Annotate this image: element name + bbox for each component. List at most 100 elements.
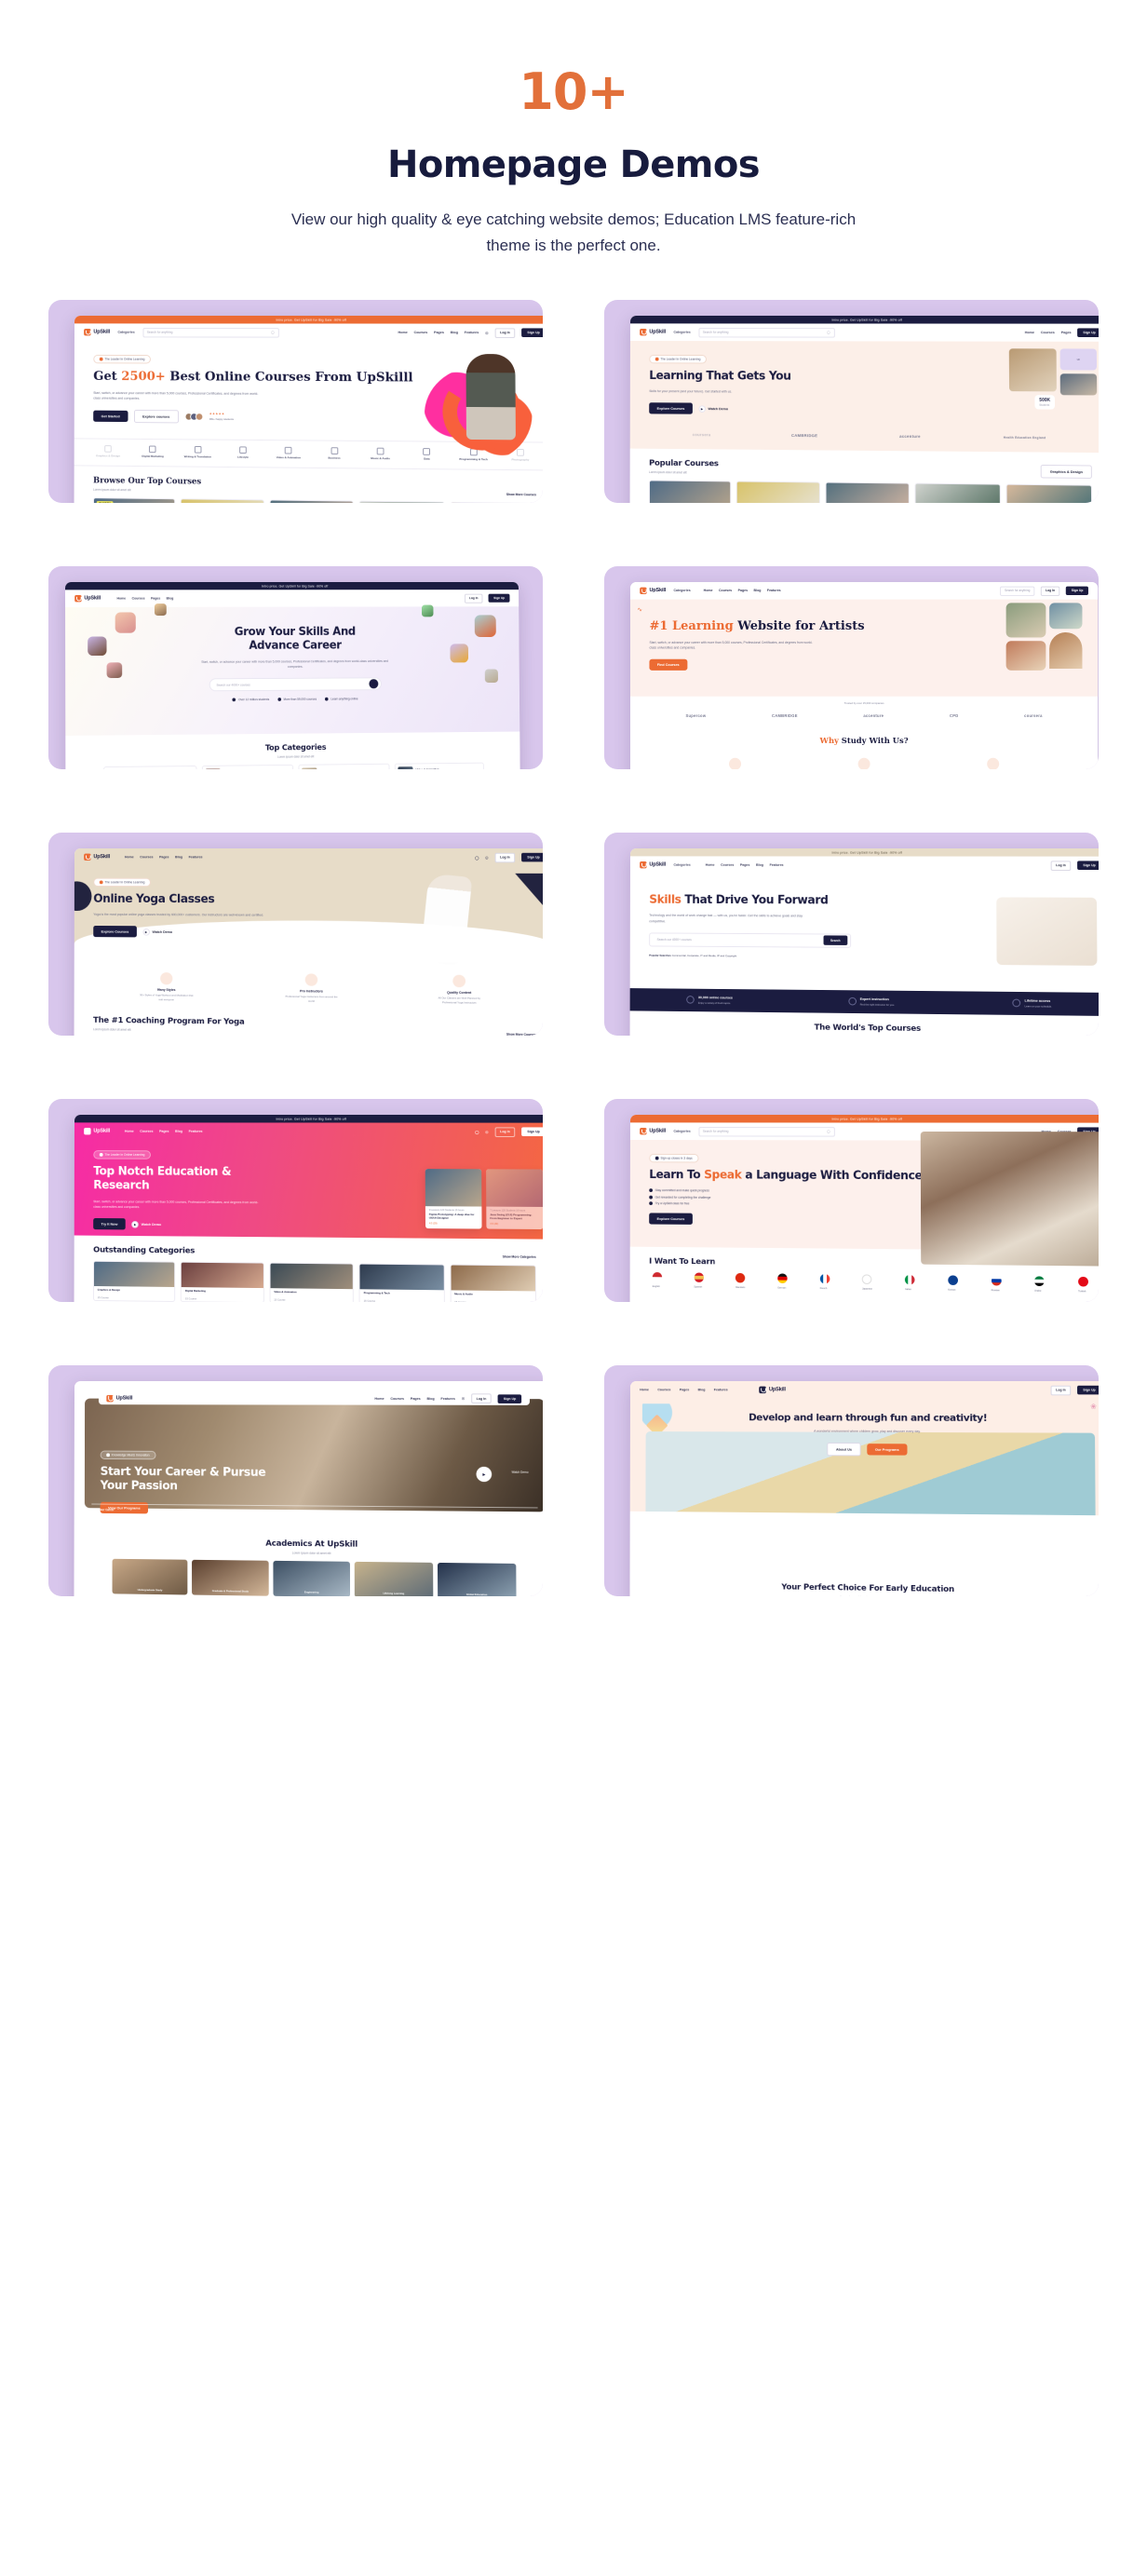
category-item[interactable]: Digital Marketing <box>132 445 172 458</box>
language-item[interactable]: German <box>777 1273 788 1291</box>
login-button[interactable]: Log In <box>494 328 516 338</box>
nav-link-features[interactable]: Features <box>465 331 479 334</box>
nav-link-pages[interactable]: Pages <box>1061 331 1072 334</box>
tab-graduate[interactable]: Graduate <box>385 1506 538 1516</box>
login-button[interactable]: Log In <box>494 852 516 862</box>
nav-link-pages[interactable]: Pages <box>159 1130 169 1133</box>
course-card[interactable]: 7 Lessons 9 hours Java Swing GUI Program… <box>358 500 445 504</box>
explore-courses-button[interactable]: Explore Courses <box>93 926 137 938</box>
section-filter-pill[interactable]: Graphics & Design <box>1040 465 1092 480</box>
signup-button[interactable]: Sign Up <box>521 328 543 338</box>
category-item[interactable]: Graphics & Design <box>88 445 128 458</box>
nav-link-courses[interactable]: Courses <box>132 597 145 601</box>
language-item[interactable]: Arabic <box>1034 1276 1046 1294</box>
nav-link-features[interactable]: Features <box>714 1389 728 1392</box>
search-input[interactable]: Search for anything ◯ <box>698 327 835 338</box>
search-input[interactable]: Search for anything <box>1000 586 1034 596</box>
our-programs-button[interactable]: Our Programs <box>867 1443 908 1456</box>
nav-link-home[interactable]: Home <box>640 1389 649 1392</box>
login-button[interactable]: Log In <box>494 1127 516 1137</box>
login-button[interactable]: Log In <box>1050 861 1072 871</box>
course-card[interactable] <box>649 480 732 504</box>
brand-logo[interactable]: UpSkill <box>640 587 666 595</box>
signup-button[interactable]: Sign Up <box>1066 586 1088 596</box>
category-card[interactable]: Music & Audio 15 Course <box>450 1264 537 1303</box>
nav-link-blog[interactable]: Blog <box>167 597 174 601</box>
tab-student-life[interactable]: Student Life <box>236 1504 386 1514</box>
find-courses-button[interactable]: Find Courses <box>649 658 687 671</box>
nav-link-blog[interactable]: Blog <box>426 1397 434 1401</box>
demo-card-kids-education[interactable]: Home Courses Pages Blog Features UpSkill… <box>604 1365 1099 1597</box>
show-more-courses-link[interactable]: Show More Courses <box>506 493 536 496</box>
course-card[interactable]: Featured 7 Lessons 6 hours Java Swing GU… <box>450 501 537 504</box>
nav-link-courses[interactable]: Courses <box>140 1130 153 1133</box>
categories-dropdown[interactable]: Categories <box>673 331 690 334</box>
explore-courses-button[interactable]: Explore Courses <box>649 402 693 414</box>
course-card[interactable] <box>914 482 1001 504</box>
demo-card-learning-website-for-artists[interactable]: UpSkill Categories Home Courses Pages Bl… <box>604 566 1099 770</box>
language-item[interactable]: Korean <box>948 1275 958 1293</box>
demo-card-skills-that-drive-you-forward[interactable]: Intro price. Get UpSkill for Big Sale -9… <box>604 833 1099 1037</box>
explore-courses-button[interactable]: Explore courses <box>133 409 179 424</box>
watch-demo-button[interactable]: ▶ Watch Demo <box>131 1220 161 1228</box>
category-card[interactable]: Writing & Translation15 Course <box>298 763 390 770</box>
category-card[interactable]: Programming & Tech 15 Course <box>358 1263 445 1303</box>
nav-link-home[interactable]: Home <box>1025 331 1034 334</box>
language-item[interactable]: Turkish <box>1078 1277 1088 1294</box>
language-item[interactable]: Mandarin <box>735 1273 746 1290</box>
nav-link-blog[interactable]: Blog <box>754 590 762 593</box>
show-more-courses-link[interactable]: Show More Courses <box>506 1033 536 1036</box>
category-item[interactable]: Lifestyle <box>223 446 263 459</box>
login-button[interactable]: Log In <box>464 593 483 603</box>
brand-logo[interactable]: UpSkill <box>640 861 666 869</box>
language-item[interactable]: Spanish <box>694 1272 704 1290</box>
demo-card-start-your-career[interactable]: UpSkill Home Courses Pages Blog Features… <box>48 1365 543 1597</box>
nav-link-pages[interactable]: Pages <box>740 863 750 867</box>
nav-link-blog[interactable]: Blog <box>175 856 182 860</box>
nav-link-features[interactable]: Features <box>189 1130 203 1133</box>
signup-button[interactable]: Sign Up <box>521 1127 543 1137</box>
course-card[interactable] <box>1005 483 1093 504</box>
category-card[interactable]: Video & Animation15 Course <box>394 762 484 770</box>
category-item[interactable]: Photography <box>499 448 541 463</box>
signup-button[interactable]: Sign Up <box>1077 328 1099 338</box>
demo-card-lear n-to-speak-a-language[interactable]: Intro price. Get UpSkill for Big Sale -9… <box>604 1099 1099 1303</box>
category-card[interactable]: Graphics & Design15 Course <box>103 765 196 770</box>
watch-demo-button[interactable]: ▶ Watch Demo <box>142 928 172 936</box>
nav-link-courses[interactable]: Courses <box>413 331 427 334</box>
cart-icon[interactable]: ☉ <box>485 855 488 860</box>
category-item[interactable]: Video & Animation <box>268 446 309 460</box>
brand-logo[interactable]: UpSkill <box>759 1386 786 1394</box>
nav-link-courses[interactable]: Courses <box>719 590 732 593</box>
search-input[interactable]: Search our 4000+ courses Search <box>649 932 852 948</box>
course-card[interactable]: Best Seller 9 Lessons 6 hours Become a C… <box>92 496 176 504</box>
nav-link-blog[interactable]: Blog <box>451 331 458 334</box>
nav-link-home[interactable]: Home <box>704 590 713 593</box>
try-it-now-button[interactable]: Try It Now <box>93 1218 126 1230</box>
login-button[interactable]: Log In <box>1040 586 1060 596</box>
cart-icon[interactable]: ☉ <box>485 1130 488 1134</box>
nav-link-courses[interactable]: Courses <box>140 856 153 860</box>
nav-link-pages[interactable]: Pages <box>151 597 160 601</box>
brand-logo[interactable]: UpSkill <box>84 329 110 336</box>
nav-link-pages[interactable]: Pages <box>738 590 748 593</box>
search-icon[interactable]: ◯ <box>475 1130 479 1134</box>
academics-card[interactable]: Graduate & Professional Study <box>192 1559 269 1596</box>
nav-link-features[interactable]: Features <box>770 863 784 867</box>
cart-icon[interactable]: ☉ <box>462 1396 465 1401</box>
demo-card-learning-that-gets-you[interactable]: Intro price. Get UpSkill for Big Sale -9… <box>604 300 1099 504</box>
category-item[interactable]: Music & Audio <box>359 447 401 461</box>
nav-link-courses[interactable]: Courses <box>1041 331 1055 334</box>
language-item[interactable]: Russian <box>991 1276 1002 1293</box>
language-item[interactable]: French <box>819 1274 830 1291</box>
nav-link-features[interactable]: Features <box>440 1397 454 1401</box>
demo-card-online-yoga-classes[interactable]: UpSkill Home Courses Pages Blog Features… <box>48 833 543 1037</box>
brand-logo[interactable]: UpSkill <box>84 1128 110 1135</box>
nav-link-pages[interactable]: Pages <box>680 1389 689 1392</box>
categories-dropdown[interactable]: Categories <box>117 331 134 334</box>
categories-dropdown[interactable]: Categories <box>673 863 690 867</box>
nav-link-home[interactable]: Home <box>125 1130 134 1133</box>
signup-button[interactable]: Sign Up <box>488 593 510 603</box>
language-item[interactable]: Japanese <box>862 1274 872 1292</box>
academics-card[interactable]: Lifelong Learning <box>354 1561 433 1597</box>
